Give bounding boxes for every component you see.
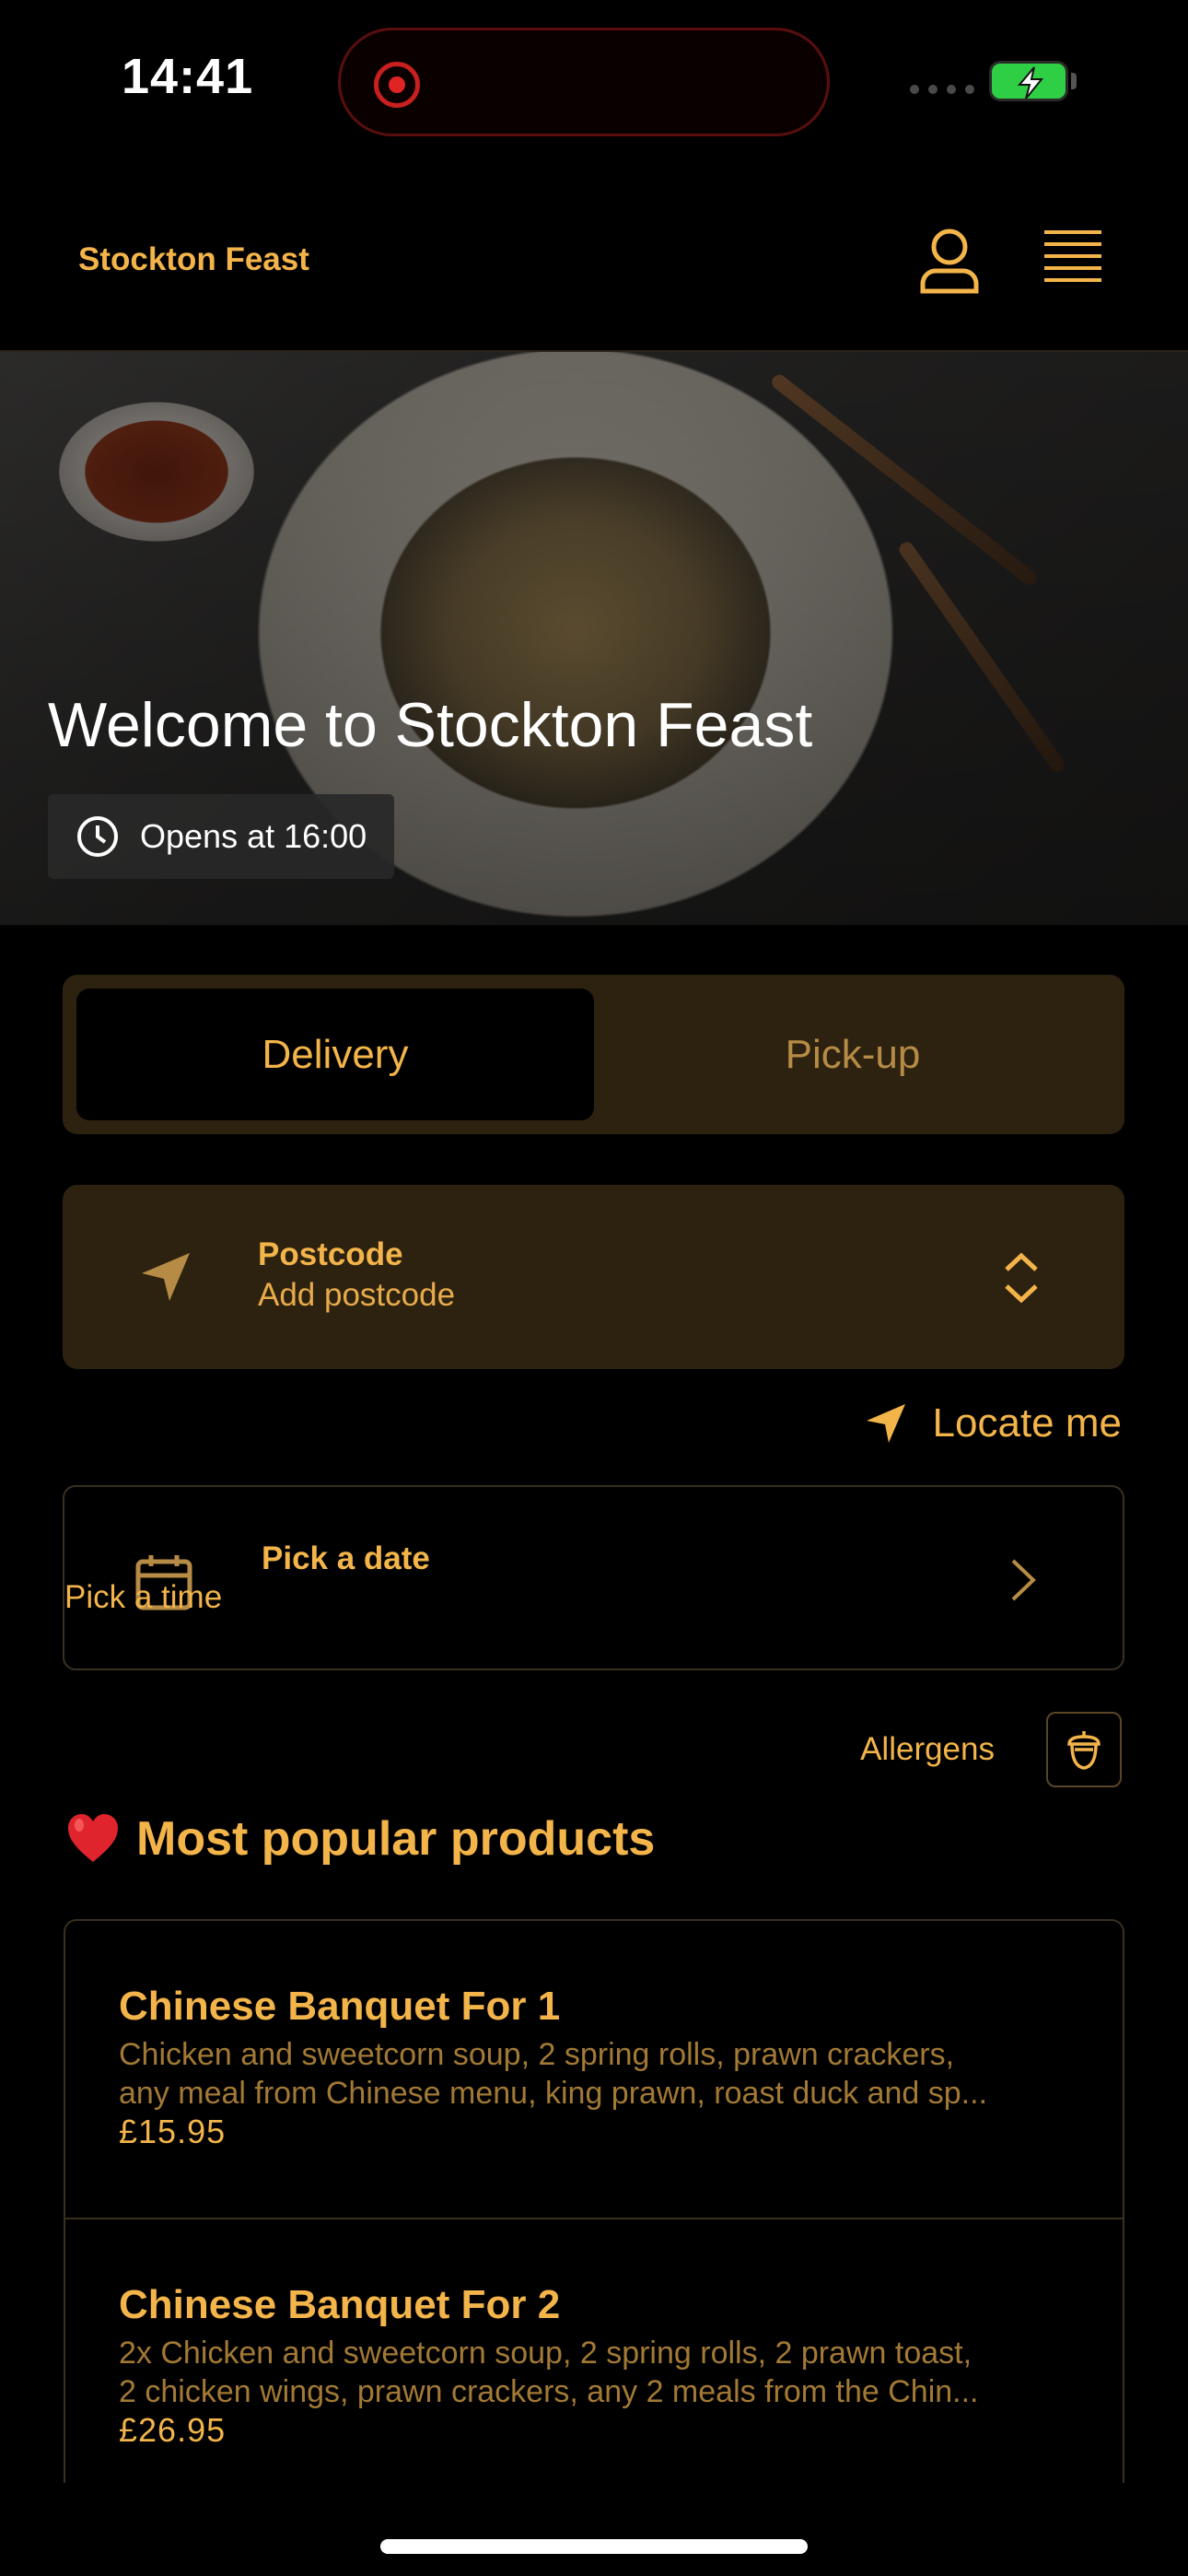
- chevron-right-icon: [1011, 1559, 1036, 1601]
- brand-name[interactable]: Stockton Feast: [78, 241, 309, 278]
- product-description: Chicken and sweetcorn soup, 2 spring rol…: [119, 2037, 988, 2111]
- product-price: £15.95: [119, 2113, 227, 2150]
- dynamic-island: [338, 28, 830, 136]
- location-arrow-icon: [142, 1253, 190, 1301]
- status-time: 14:41: [122, 49, 254, 104]
- postcode-label: Postcode: [258, 1236, 403, 1272]
- account-icon[interactable]: [915, 227, 984, 295]
- postcode-selector[interactable]: Postcode Add postcode: [63, 1185, 1124, 1369]
- home-indicator[interactable]: [380, 2539, 808, 2554]
- product-card[interactable]: Chinese Banquet For 1 Chicken and sweetc…: [65, 1921, 1123, 2219]
- signal-icon: [910, 85, 974, 94]
- battery-cap: [1071, 73, 1077, 89]
- battery-icon: [989, 61, 1068, 101]
- top-nav: Stockton Feast: [0, 157, 1188, 352]
- opening-hours-text: Opens at 16:00: [140, 817, 367, 855]
- locate-me-button[interactable]: Locate me: [865, 1400, 1122, 1446]
- popular-section-title: Most popular products: [136, 1812, 656, 1866]
- status-bar: 14:41: [0, 0, 1188, 157]
- hero-title: Welcome to Stockton Feast: [48, 690, 813, 760]
- allergens-row: Allergens: [860, 1712, 1122, 1787]
- locate-me-label: Locate me: [932, 1400, 1122, 1446]
- popular-section-heading: Most popular products: [66, 1811, 655, 1867]
- postcode-value: Add postcode: [258, 1277, 456, 1313]
- recording-icon: [374, 62, 420, 108]
- clock-icon: [77, 816, 118, 857]
- heart-icon: [68, 1814, 118, 1862]
- tab-delivery[interactable]: Delivery: [76, 989, 594, 1120]
- chevron-up-down-icon: [1005, 1252, 1038, 1304]
- opening-hours-badge: Opens at 16:00: [48, 794, 395, 879]
- tab-pickup[interactable]: Pick-up: [594, 989, 1112, 1120]
- allergens-label[interactable]: Allergens: [860, 1731, 995, 1768]
- date-time-picker[interactable]: Pick a date Pick a time: [63, 1485, 1124, 1670]
- pick-time-label: Pick a time: [64, 1579, 223, 1615]
- product-name: Chinese Banquet For 1: [119, 1984, 561, 2029]
- product-name: Chinese Banquet For 2: [119, 2282, 561, 2327]
- product-price: £26.95: [119, 2411, 227, 2449]
- location-arrow-icon: [866, 1404, 905, 1443]
- menu-icon[interactable]: [1042, 228, 1103, 284]
- order-mode-switch: Delivery Pick-up: [63, 975, 1124, 1134]
- acorn-icon: [1067, 1731, 1101, 1770]
- allergens-button[interactable]: [1046, 1712, 1122, 1787]
- hero-banner: Welcome to Stockton Feast Opens at 16:00: [0, 352, 1188, 925]
- pick-date-label: Pick a date: [262, 1540, 430, 1576]
- product-list: Chinese Banquet For 1 Chicken and sweetc…: [64, 1919, 1124, 2483]
- product-description: 2x Chicken and sweetcorn soup, 2 spring …: [119, 2336, 979, 2409]
- product-card[interactable]: Chinese Banquet For 2 2x Chicken and swe…: [65, 2219, 1123, 2483]
